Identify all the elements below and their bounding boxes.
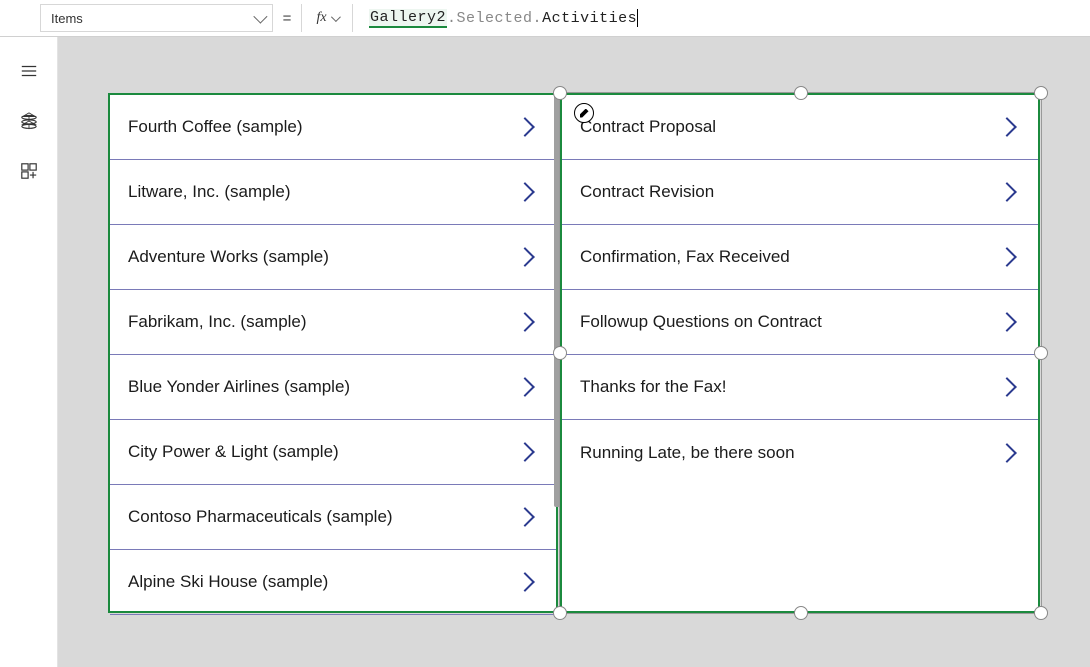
- row-label: City Power & Light (sample): [128, 442, 339, 462]
- formula-token-dot: .: [447, 10, 457, 27]
- row-label: Thanks for the Fax!: [580, 377, 726, 397]
- list-item[interactable]: Confirmation, Fax Received: [562, 225, 1038, 290]
- insert-icon[interactable]: [19, 161, 39, 181]
- list-item[interactable]: City Power & Light (sample): [110, 420, 556, 485]
- row-label: Running Late, be there soon: [580, 443, 795, 463]
- chevron-right-icon[interactable]: [515, 117, 535, 137]
- row-label: Followup Questions on Contract: [580, 312, 822, 332]
- row-label: Fabrikam, Inc. (sample): [128, 312, 307, 332]
- chevron-right-icon[interactable]: [515, 572, 535, 592]
- list-item[interactable]: Thanks for the Fax!: [562, 355, 1038, 420]
- list-item[interactable]: Contract Revision: [562, 160, 1038, 225]
- chevron-down-icon: [253, 10, 267, 24]
- chevron-right-icon[interactable]: [997, 247, 1017, 267]
- gallery-activities[interactable]: Contract Proposal Contract Revision Conf…: [560, 93, 1040, 613]
- equals-label: =: [273, 10, 301, 27]
- chevron-right-icon[interactable]: [515, 312, 535, 332]
- fx-button[interactable]: fx: [301, 4, 353, 32]
- row-label: Litware, Inc. (sample): [128, 182, 291, 202]
- chevron-down-icon: [331, 12, 341, 22]
- formula-token-ref: Gallery2: [369, 9, 447, 28]
- chevron-right-icon[interactable]: [997, 443, 1017, 463]
- list-item[interactable]: Contract Proposal: [562, 95, 1038, 160]
- property-selector[interactable]: Items: [40, 4, 273, 32]
- fx-label: fx: [316, 10, 326, 26]
- formula-bar: Items = fx Gallery2.Selected.Activities: [0, 0, 1090, 37]
- formula-token-dot: .: [533, 10, 543, 27]
- chevron-right-icon[interactable]: [515, 182, 535, 202]
- gallery-accounts[interactable]: Fourth Coffee (sample) Litware, Inc. (sa…: [108, 93, 558, 613]
- row-label: Contoso Pharmaceuticals (sample): [128, 507, 393, 527]
- list-item[interactable]: Running Late, be there soon: [562, 420, 1038, 485]
- list-item[interactable]: Contoso Pharmaceuticals (sample): [110, 485, 556, 550]
- list-item[interactable]: Fourth Coffee (sample): [110, 95, 556, 160]
- list-item[interactable]: Adventure Works (sample): [110, 225, 556, 290]
- chevron-right-icon[interactable]: [515, 507, 535, 527]
- row-label: Blue Yonder Airlines (sample): [128, 377, 350, 397]
- list-item[interactable]: Followup Questions on Contract: [562, 290, 1038, 355]
- chevron-right-icon[interactable]: [997, 377, 1017, 397]
- tree-icon[interactable]: [19, 111, 39, 131]
- formula-input[interactable]: Gallery2.Selected.Activities: [353, 4, 1090, 32]
- formula-token-selected: Selected: [457, 10, 533, 27]
- chevron-right-icon[interactable]: [515, 247, 535, 267]
- row-label: Fourth Coffee (sample): [128, 117, 302, 137]
- list-item[interactable]: Blue Yonder Airlines (sample): [110, 355, 556, 420]
- row-label: Alpine Ski House (sample): [128, 572, 328, 592]
- formula-token-field: Activities: [542, 10, 637, 27]
- text-cursor: [637, 9, 638, 27]
- list-item[interactable]: Alpine Ski House (sample): [110, 550, 556, 615]
- row-label: Contract Revision: [580, 182, 714, 202]
- chevron-right-icon[interactable]: [515, 442, 535, 462]
- list-item[interactable]: Litware, Inc. (sample): [110, 160, 556, 225]
- chevron-right-icon[interactable]: [515, 377, 535, 397]
- pencil-icon: [580, 109, 589, 118]
- property-name: Items: [51, 11, 83, 26]
- hamburger-icon[interactable]: [19, 61, 39, 81]
- list-item[interactable]: Fabrikam, Inc. (sample): [110, 290, 556, 355]
- chevron-right-icon[interactable]: [997, 312, 1017, 332]
- chevron-right-icon[interactable]: [997, 182, 1017, 202]
- main-area: Fourth Coffee (sample) Litware, Inc. (sa…: [0, 37, 1090, 667]
- chevron-right-icon[interactable]: [997, 117, 1017, 137]
- row-label: Adventure Works (sample): [128, 247, 329, 267]
- edit-pencil-button[interactable]: [574, 103, 594, 123]
- left-rail: [0, 37, 58, 667]
- row-label: Confirmation, Fax Received: [580, 247, 790, 267]
- canvas[interactable]: Fourth Coffee (sample) Litware, Inc. (sa…: [58, 37, 1090, 667]
- row-label: Contract Proposal: [580, 117, 716, 137]
